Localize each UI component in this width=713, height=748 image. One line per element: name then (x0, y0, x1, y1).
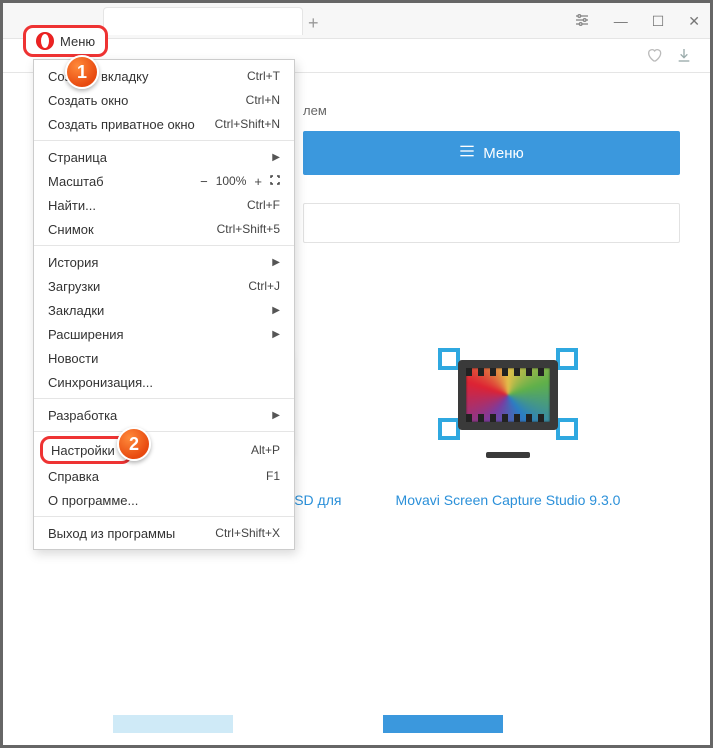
minimize-button[interactable]: — (614, 13, 628, 29)
menu-item-page[interactable]: Страница▶ (34, 145, 294, 169)
page-text-fragment: лем (303, 103, 327, 118)
submenu-arrow-icon: ▶ (272, 329, 280, 340)
partial-thumbnail (383, 715, 503, 733)
menu-item-news[interactable]: Новости (34, 346, 294, 370)
new-tab-button[interactable]: + (308, 13, 319, 34)
menu-button-label: Меню (60, 34, 95, 49)
site-menu-label: Меню (483, 145, 524, 162)
menu-separator (34, 431, 294, 432)
card-caption: Movavi Screen Capture Studio 9.3.0 (393, 491, 623, 511)
browser-tab[interactable] (103, 7, 303, 35)
tab-bar: + — ☐ ✕ (3, 3, 710, 39)
menu-separator (34, 516, 294, 517)
zoom-out-button[interactable]: − (200, 174, 208, 189)
menu-item-exit[interactable]: Выход из программыCtrl+Shift+X (34, 521, 294, 545)
partial-cards-bottom (113, 715, 503, 733)
submenu-arrow-icon: ▶ (272, 305, 280, 316)
menu-item-developer[interactable]: Разработка▶ (34, 403, 294, 427)
partial-thumbnail (113, 715, 233, 733)
zoom-value: 100% (216, 174, 247, 188)
fullscreen-icon[interactable] (270, 174, 280, 188)
maximize-button[interactable]: ☐ (652, 13, 665, 30)
submenu-arrow-icon: ▶ (272, 257, 280, 268)
bookmark-heart-icon[interactable] (646, 47, 662, 68)
opera-menu-button[interactable]: Меню (23, 25, 108, 57)
site-menu-button[interactable]: Меню (303, 131, 680, 175)
menu-item-extensions[interactable]: Расширения▶ (34, 322, 294, 346)
main-menu-dropdown: Создать вкладкуCtrl+T Создать окноCtrl+N… (33, 59, 295, 550)
card-movavi[interactable]: Movavi Screen Capture Studio 9.3.0 (393, 323, 623, 530)
movavi-thumbnail (393, 323, 623, 483)
menu-item-zoom: Масштаб − 100% + (34, 169, 294, 193)
menu-item-find[interactable]: Найти...Ctrl+F (34, 193, 294, 217)
menu-item-history[interactable]: История▶ (34, 250, 294, 274)
menu-item-sync[interactable]: Синхронизация... (34, 370, 294, 394)
menu-item-help[interactable]: СправкаF1 (34, 464, 294, 488)
submenu-arrow-icon: ▶ (272, 410, 280, 421)
hamburger-icon (459, 144, 475, 162)
browser-window: + — ☐ ✕ Меню 1 Создать вкладкуCtrl+T Соз… (0, 0, 713, 748)
close-button[interactable]: ✕ (688, 13, 700, 30)
callout-badge-2: 2 (117, 427, 151, 461)
callout-badge-1: 1 (65, 55, 99, 89)
site-search-box[interactable] (303, 203, 680, 243)
easy-setup-icon[interactable] (574, 12, 590, 31)
menu-item-bookmarks[interactable]: Закладки▶ (34, 298, 294, 322)
settings-shortcut: Alt+P (251, 443, 280, 457)
menu-item-about[interactable]: О программе... (34, 488, 294, 512)
menu-item-snapshot[interactable]: СнимокCtrl+Shift+5 (34, 217, 294, 241)
menu-separator (34, 245, 294, 246)
downloads-icon[interactable] (676, 47, 692, 68)
menu-separator (34, 398, 294, 399)
menu-item-new-private[interactable]: Создать приватное окноCtrl+Shift+N (34, 112, 294, 136)
menu-item-new-window[interactable]: Создать окноCtrl+N (34, 88, 294, 112)
submenu-arrow-icon: ▶ (272, 152, 280, 163)
zoom-in-button[interactable]: + (254, 174, 262, 189)
window-controls: — ☐ ✕ (574, 3, 700, 39)
menu-item-downloads[interactable]: ЗагрузкиCtrl+J (34, 274, 294, 298)
menu-separator (34, 140, 294, 141)
opera-logo-icon (36, 32, 54, 50)
